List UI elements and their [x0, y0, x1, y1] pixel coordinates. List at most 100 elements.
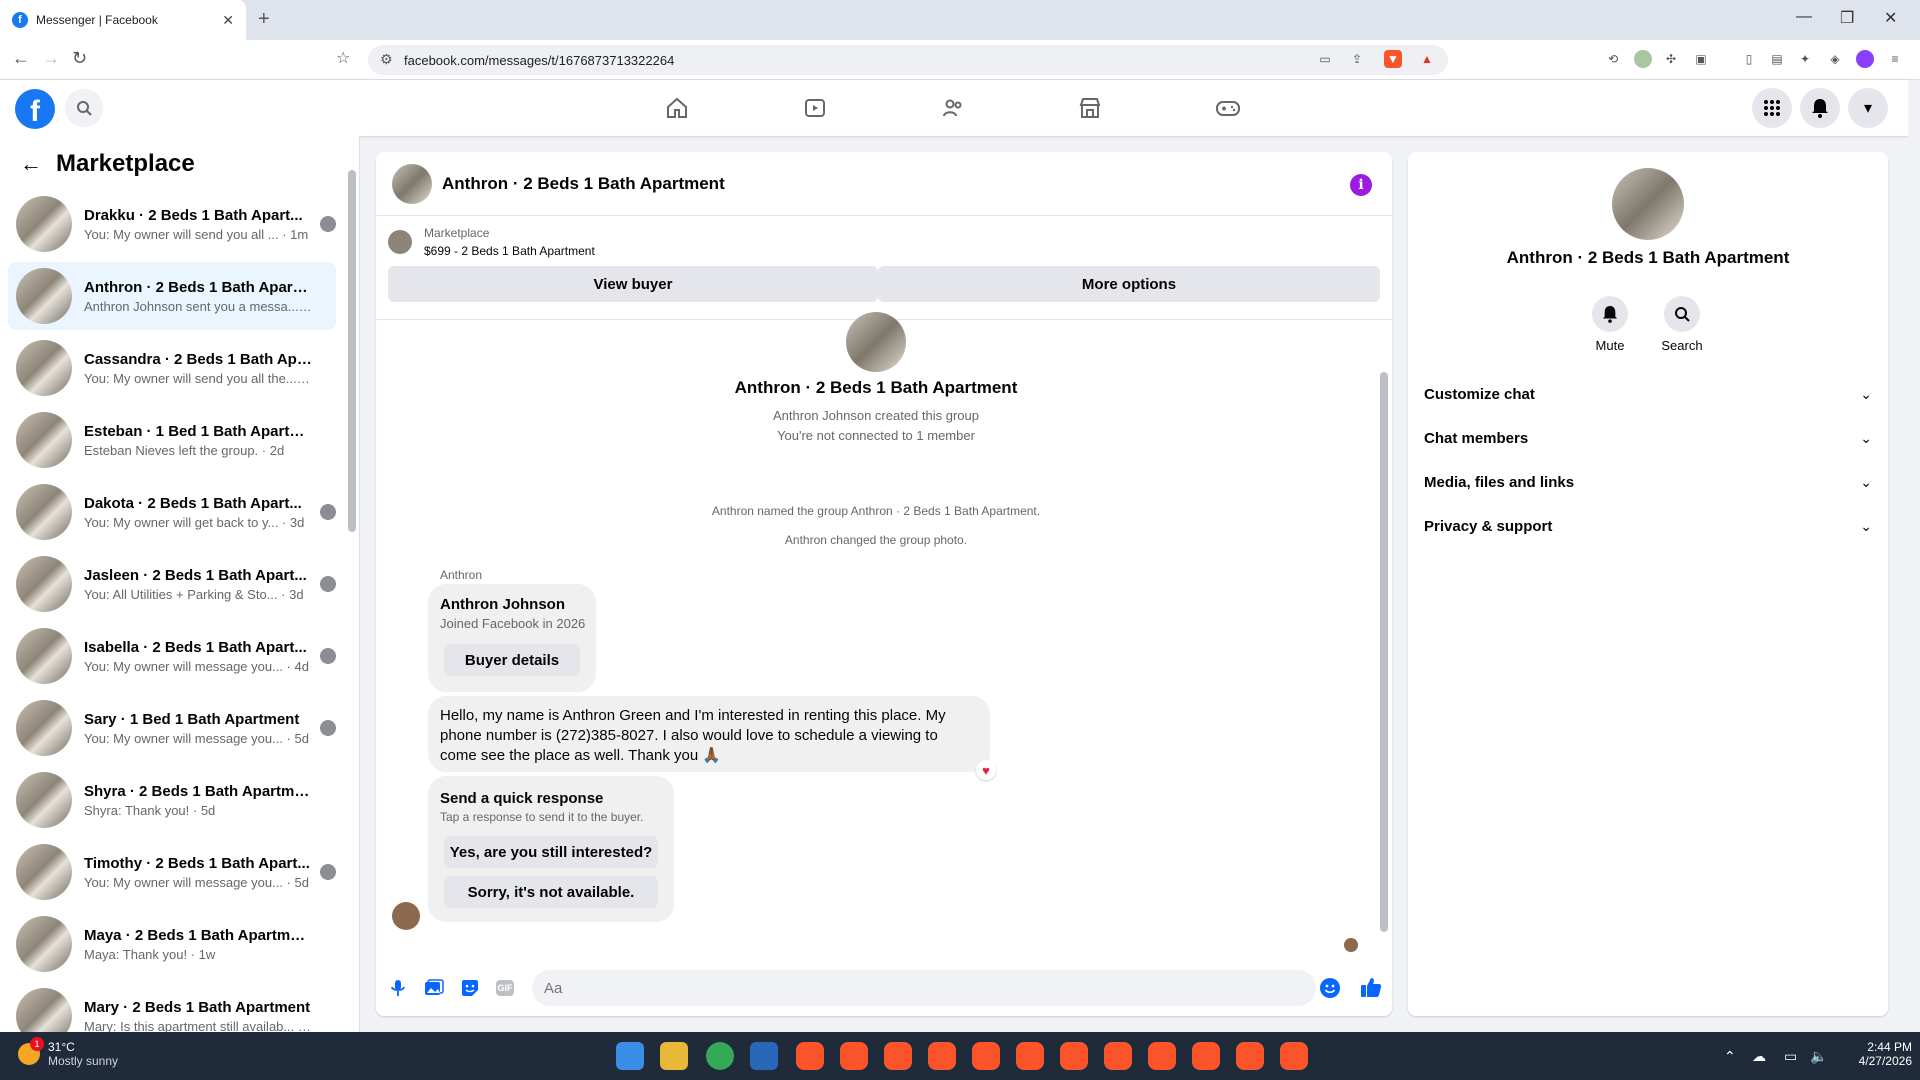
notepad-icon[interactable]: [750, 1042, 778, 1070]
url-field[interactable]: ⚙ facebook.com/messages/t/16768737133222…: [368, 45, 1448, 75]
conversation-item[interactable]: Shyra · 2 Beds 1 Bath Apartment Shyra: Th…: [8, 766, 336, 834]
sender-avatar[interactable]: [392, 902, 420, 930]
buyer-details-button[interactable]: Buyer details: [444, 644, 580, 676]
start-icon[interactable]: [616, 1042, 644, 1070]
conversation-item[interactable]: Isabella · 2 Beds 1 Bath Apart... You: My…: [8, 622, 336, 690]
extensions-puzzle-icon[interactable]: ✣: [1662, 50, 1680, 68]
new-tab-icon[interactable]: +: [258, 8, 270, 31]
video-icon[interactable]: [801, 94, 829, 122]
message-bubble[interactable]: Hello, my name is Anthron Green and I'm …: [428, 696, 990, 772]
conversation-item[interactable]: Timothy · 2 Beds 1 Bath Apart... You: My …: [8, 838, 336, 906]
close-tab-icon[interactable]: ✕: [222, 12, 234, 29]
info-icon[interactable]: i: [1350, 174, 1372, 196]
share-icon[interactable]: ⇪: [1348, 50, 1366, 68]
customize-chat-row[interactable]: Customize chat ⌄: [1416, 372, 1880, 416]
listing-title[interactable]: $699 - 2 Beds 1 Bath Apartment: [424, 244, 595, 258]
conversation-list-scrollbar[interactable]: [348, 156, 356, 1016]
brave-browser-icon[interactable]: [796, 1042, 824, 1070]
privacy-support-row[interactable]: Privacy & support ⌄: [1416, 504, 1880, 548]
emoji-icon[interactable]: [1320, 978, 1340, 998]
page-scrollbar[interactable]: [1908, 80, 1920, 1032]
conversation-item[interactable]: Drakku · 2 Beds 1 Bath Apart... You: My o…: [8, 190, 336, 258]
conversation-item[interactable]: Jasleen · 2 Beds 1 Bath Apart... You: All…: [8, 550, 336, 618]
conversation-item[interactable]: Dakota · 2 Beds 1 Bath Apart... You: My o…: [8, 478, 336, 546]
gif-icon[interactable]: GIF: [496, 980, 514, 996]
brave-browser-icon[interactable]: [1280, 1042, 1308, 1070]
gaming-icon[interactable]: [1214, 94, 1242, 122]
extension-icon[interactable]: [1634, 50, 1652, 68]
conversation-item[interactable]: Esteban · 1 Bed 1 Bath Apartment Esteban …: [8, 406, 336, 474]
file-explorer-icon[interactable]: [660, 1042, 688, 1070]
close-window-icon[interactable]: ✕: [1884, 8, 1897, 28]
conversation-item[interactable]: Maya · 2 Beds 1 Bath Apartment Maya: Than…: [8, 910, 336, 978]
reload-icon[interactable]: ↻: [72, 48, 87, 69]
chat-avatar[interactable]: [392, 163, 432, 204]
sticker-icon[interactable]: [460, 978, 480, 998]
brave-browser-icon[interactable]: [1016, 1042, 1044, 1070]
bookmark-icon[interactable]: ☆: [336, 48, 350, 68]
more-options-button[interactable]: More options: [878, 266, 1380, 302]
brave-browser-icon[interactable]: [884, 1042, 912, 1070]
brave-browser-icon[interactable]: [840, 1042, 868, 1070]
volume-icon[interactable]: 🔈: [1810, 1048, 1827, 1065]
menu-grid-icon[interactable]: [1752, 88, 1792, 128]
photo-icon[interactable]: [424, 978, 444, 998]
marketplace-icon[interactable]: [1076, 94, 1104, 122]
screenshot-icon[interactable]: ▣: [1692, 50, 1710, 68]
quick-response-still-interested[interactable]: Yes, are you still interested?: [444, 836, 658, 868]
brave-rewards-icon[interactable]: ▲: [1418, 50, 1436, 68]
profile-icon[interactable]: [1856, 50, 1874, 68]
conversation-item[interactable]: Anthron · 2 Beds 1 Bath Apartm... Anthron…: [8, 262, 336, 330]
conversation-snippet: You: My owner will send you all ... · 1m: [84, 226, 309, 242]
leo-ai-icon[interactable]: ✦: [1796, 50, 1814, 68]
search-icon[interactable]: [65, 89, 103, 127]
chat-title[interactable]: Anthron · 2 Beds 1 Bath Apartment: [442, 174, 725, 194]
notifications-bell-icon[interactable]: [1800, 88, 1840, 128]
browser-menu-icon[interactable]: ≡: [1886, 50, 1904, 68]
system-clock[interactable]: 2:44 PM 4/27/2026: [1832, 1040, 1912, 1068]
account-chevron-icon[interactable]: ▾: [1848, 88, 1888, 128]
network-icon[interactable]: ▭: [1784, 1048, 1797, 1065]
mute-button[interactable]: Mute: [1580, 296, 1640, 353]
brave-browser-icon[interactable]: [972, 1042, 1000, 1070]
details-avatar[interactable]: [1612, 168, 1684, 240]
view-buyer-button[interactable]: View buyer: [388, 266, 878, 302]
back-arrow-icon[interactable]: ←: [20, 151, 42, 177]
chat-members-row[interactable]: Chat members ⌄: [1416, 416, 1880, 460]
brave-browser-icon[interactable]: [1192, 1042, 1220, 1070]
tray-overflow-icon[interactable]: ⌃: [1724, 1048, 1736, 1065]
translate-icon[interactable]: ⟲: [1604, 50, 1622, 68]
brave-browser-icon[interactable]: [1060, 1042, 1088, 1070]
quick-response-not-available[interactable]: Sorry, it's not available.: [444, 876, 658, 908]
brave-browser-icon[interactable]: [928, 1042, 956, 1070]
thumbs-up-icon[interactable]: [1360, 976, 1384, 1000]
heart-reaction-icon[interactable]: ♥: [976, 760, 996, 780]
facebook-logo-icon[interactable]: f: [15, 89, 55, 129]
sidebar-icon[interactable]: ▯: [1740, 50, 1758, 68]
back-icon[interactable]: ←: [12, 48, 30, 69]
message-input[interactable]: [532, 970, 1316, 1006]
restore-icon[interactable]: ❐: [1840, 8, 1854, 28]
minimize-icon[interactable]: —: [1796, 8, 1812, 26]
chrome-icon[interactable]: [706, 1042, 734, 1070]
cast-icon[interactable]: ▭: [1316, 50, 1334, 68]
forward-icon[interactable]: →: [42, 48, 60, 69]
weather-widget[interactable]: 1 31°C Mostly sunny: [18, 1037, 118, 1068]
search-in-chat-button[interactable]: Search: [1652, 296, 1712, 353]
friends-icon[interactable]: [939, 94, 967, 122]
brave-browser-icon[interactable]: [1104, 1042, 1132, 1070]
home-icon[interactable]: [663, 94, 691, 122]
brave-browser-icon[interactable]: [1236, 1042, 1264, 1070]
conversation-item[interactable]: Cassandra · 2 Beds 1 Bath Apart... You: M…: [8, 334, 336, 402]
wallet-icon[interactable]: ▤: [1768, 50, 1786, 68]
microphone-icon[interactable]: [388, 978, 408, 998]
vpn-icon[interactable]: ◈: [1826, 50, 1844, 68]
brave-shields-icon[interactable]: ▼: [1384, 50, 1402, 68]
media-files-links-row[interactable]: Media, files and links ⌄: [1416, 460, 1880, 504]
browser-tab[interactable]: f Messenger | Facebook ✕: [0, 0, 246, 40]
chat-scrollbar[interactable]: [1379, 322, 1389, 962]
onedrive-icon[interactable]: ☁: [1752, 1048, 1766, 1065]
site-settings-icon[interactable]: ⚙: [380, 51, 393, 68]
brave-browser-icon[interactable]: [1148, 1042, 1176, 1070]
conversation-item[interactable]: Sary · 1 Bed 1 Bath Apartment You: My own…: [8, 694, 336, 762]
